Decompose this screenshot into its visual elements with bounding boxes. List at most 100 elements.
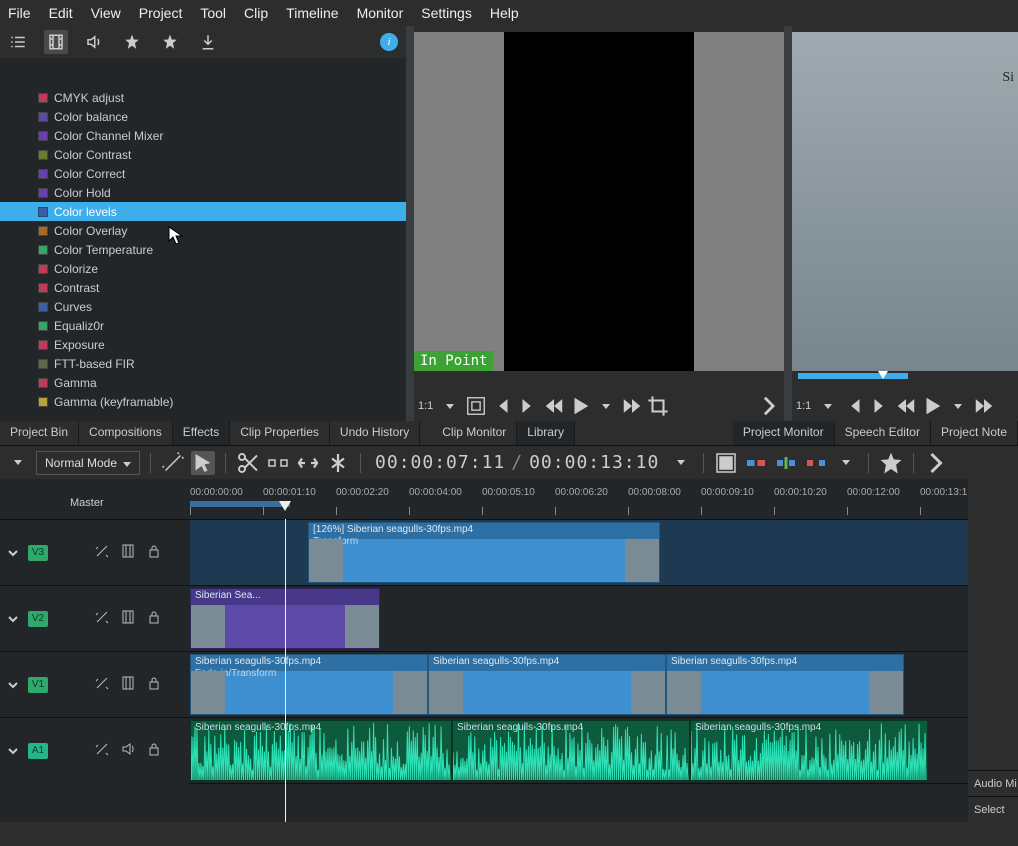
timeline-ruler[interactable]: 00:00:00:0000:00:01:1000:00:02:2000:00:0… [190, 479, 1018, 519]
menu-view[interactable]: View [91, 5, 121, 21]
box-icon[interactable] [465, 395, 487, 417]
star-icon[interactable] [879, 451, 903, 475]
clip-monitor-ruler[interactable] [414, 371, 784, 391]
tab-speech-editor[interactable]: Speech Editor [835, 421, 931, 445]
tab-project-note[interactable]: Project Note [931, 421, 1018, 445]
effect-item[interactable]: Color Channel Mixer [0, 126, 406, 145]
audio-mixer-tab[interactable]: Audio Mi [968, 770, 1018, 796]
timeline-clip[interactable]: Siberian seagulls-30fps.mp4 [428, 654, 666, 715]
lock-icon[interactable] [146, 609, 162, 628]
play-icon[interactable] [569, 395, 591, 417]
chevron-down-icon[interactable] [439, 395, 461, 417]
effect-item[interactable]: Equaliz0r [0, 316, 406, 335]
menu-tool[interactable]: Tool [200, 5, 226, 21]
chevron-down-icon[interactable] [817, 395, 839, 417]
forward-icon[interactable] [621, 395, 643, 417]
effect-item[interactable]: FTT-based FIR [0, 354, 406, 373]
download-icon[interactable] [196, 30, 220, 54]
star-fav-icon[interactable] [120, 30, 144, 54]
chevron-down-icon[interactable] [669, 451, 693, 475]
effects-list[interactable]: CMYK adjustColor balanceColor Channel Mi… [0, 88, 406, 421]
tab-effects[interactable]: Effects [173, 421, 230, 445]
layout-icon[interactable] [714, 451, 738, 475]
effect-item[interactable]: Exposure [0, 335, 406, 354]
effect-item[interactable]: Color levels [0, 202, 406, 221]
chevron-down-icon[interactable] [595, 395, 617, 417]
end-icon[interactable] [517, 395, 539, 417]
lock-icon[interactable] [146, 675, 162, 694]
rewind-icon[interactable] [543, 395, 565, 417]
track-header-v3[interactable]: V3 [0, 519, 190, 585]
effect-item[interactable]: Contrast [0, 278, 406, 297]
speaker-icon[interactable] [82, 30, 106, 54]
timeline-clip[interactable]: [126%] Siberian seagulls-30fps.mp4 Trans… [308, 522, 660, 583]
timeline-timecode[interactable]: 00:00:07:11/00:00:13:10 [375, 452, 659, 473]
end-icon[interactable] [869, 395, 891, 417]
chevron-down-icon[interactable] [834, 451, 858, 475]
effect-item[interactable]: Color Hold [0, 183, 406, 202]
project-monitor-canvas[interactable]: Si [792, 32, 1018, 371]
fx-icon[interactable] [94, 741, 110, 760]
overwrite-icon[interactable] [744, 451, 768, 475]
tab-clip-properties[interactable]: Clip Properties [230, 421, 330, 445]
spacer-icon[interactable] [266, 451, 290, 475]
hamburger-icon[interactable] [6, 30, 30, 54]
chevron-right-icon[interactable] [924, 451, 948, 475]
play-icon[interactable] [921, 395, 943, 417]
timeline-clip[interactable]: Siberian seagulls-30fps.mp4 [452, 720, 690, 781]
snap-icon[interactable] [326, 451, 350, 475]
effect-item[interactable]: Curves [0, 297, 406, 316]
effect-item[interactable]: Gamma [0, 373, 406, 392]
speaker-icon[interactable] [120, 741, 136, 760]
timeline-clip[interactable]: Siberian seagulls-30fps.mp4 [666, 654, 904, 715]
chevron-down-icon[interactable] [6, 451, 30, 475]
star-icon[interactable] [158, 30, 182, 54]
effect-item[interactable]: Gamma (keyframable) [0, 392, 406, 411]
chevron-down-icon[interactable] [6, 613, 20, 625]
chevron-down-icon[interactable] [6, 547, 20, 559]
tab-library[interactable]: Library [517, 421, 575, 445]
fx-icon[interactable] [94, 609, 110, 628]
menu-help[interactable]: Help [490, 5, 519, 21]
lock-icon[interactable] [146, 741, 162, 760]
start-icon[interactable] [491, 395, 513, 417]
select-tab[interactable]: Select [968, 796, 1018, 822]
tab-undo-history[interactable]: Undo History [330, 421, 420, 445]
menu-clip[interactable]: Clip [244, 5, 268, 21]
menu-timeline[interactable]: Timeline [286, 5, 338, 21]
effect-item[interactable]: Colorize [0, 259, 406, 278]
tab-project-bin[interactable]: Project Bin [0, 421, 79, 445]
wand-icon[interactable] [161, 451, 185, 475]
film-icon[interactable] [44, 30, 68, 54]
track-header-a1[interactable]: A1 [0, 717, 190, 783]
track-header-v1[interactable]: V1 [0, 651, 190, 717]
effect-item[interactable]: Color Contrast [0, 145, 406, 164]
chevron-down-icon[interactable] [6, 679, 20, 691]
insert-icon[interactable] [774, 451, 798, 475]
film-icon[interactable] [120, 543, 136, 562]
timeline-clip[interactable]: Siberian seagulls-30fps.mp4 Fade in/Tran… [190, 654, 428, 715]
chevron-down-icon[interactable] [947, 395, 969, 417]
effect-item[interactable]: Color Overlay [0, 221, 406, 240]
menu-monitor[interactable]: Monitor [357, 5, 404, 21]
effect-item[interactable]: Color balance [0, 107, 406, 126]
timeline-clip[interactable]: Siberian seagulls-30fps.mp4 [690, 720, 928, 781]
tab-compositions[interactable]: Compositions [79, 421, 173, 445]
fx-icon[interactable] [94, 543, 110, 562]
film-icon[interactable] [120, 609, 136, 628]
fx-icon[interactable] [94, 675, 110, 694]
rewind-icon[interactable] [895, 395, 917, 417]
tab-project-monitor[interactable]: Project Monitor [733, 421, 835, 445]
lock-icon[interactable] [146, 543, 162, 562]
info-icon[interactable]: i [380, 33, 398, 51]
fit-icon[interactable] [296, 451, 320, 475]
timeline-lanes[interactable]: [126%] Siberian seagulls-30fps.mp4 Trans… [190, 519, 1018, 822]
chevron-down-icon[interactable] [6, 745, 20, 757]
chevron-right-icon[interactable] [758, 395, 780, 417]
select-tool-icon[interactable] [191, 451, 215, 475]
menu-file[interactable]: File [8, 5, 31, 21]
track-header-v2[interactable]: V2 [0, 585, 190, 651]
forward-icon[interactable] [973, 395, 995, 417]
start-icon[interactable] [843, 395, 865, 417]
extract-icon[interactable] [804, 451, 828, 475]
